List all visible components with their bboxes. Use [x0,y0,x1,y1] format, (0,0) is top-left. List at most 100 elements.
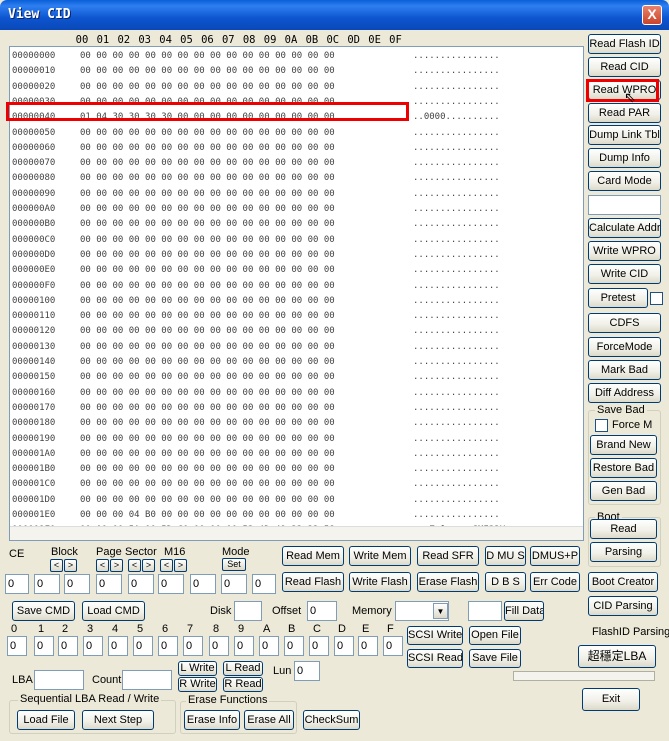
hex-row-ascii: ................ [413,204,500,214]
offset-field[interactable]: 0 [307,601,337,621]
gen-bad-button[interactable]: Gen Bad [590,481,657,501]
register-field-5[interactable]: 0 [133,636,153,656]
l-read-button[interactable]: L Read [223,661,263,676]
boot-creator-button[interactable]: Boot Creator [588,572,658,592]
mode-set-button[interactable]: Set [222,558,246,571]
checksum-button[interactable]: CheckSum [303,710,360,730]
scsi-read-button[interactable]: SCSI Read [407,649,463,668]
read-mem-button[interactable]: Read Mem [282,546,344,566]
m16-dec-button[interactable]: < [160,559,173,572]
exit-button[interactable]: Exit [582,688,640,711]
register-field-E[interactable]: 0 [358,636,378,656]
err-code-button[interactable]: Err Code [530,572,580,592]
card-mode-button[interactable]: Card Mode [588,171,661,191]
sector-inc-button[interactable]: > [142,559,155,572]
save-cmd-button[interactable]: Save CMD [12,601,75,621]
horizontal-scrollbar[interactable] [10,526,583,540]
close-button[interactable]: X [642,5,662,25]
register-field-6[interactable]: 0 [158,636,178,656]
register-field-8[interactable]: 0 [209,636,229,656]
hex-row-bytes: 00 00 00 00 00 00 00 00 00 00 00 00 00 0… [80,372,335,383]
write-wpro-button[interactable]: Write WPRO [588,241,661,261]
write-cid-button[interactable]: Write CID [588,264,661,284]
block-dec-button[interactable]: < [50,559,63,572]
boot-read-button[interactable]: Read [590,519,657,539]
page-dec-button[interactable]: < [96,559,109,572]
write-mem-button[interactable]: Write Mem [349,546,411,566]
register-field-D[interactable]: 0 [334,636,354,656]
read-cid-button[interactable]: Read CID [588,57,661,77]
chevron-down-icon[interactable]: ▼ [433,603,448,619]
force-mode-button[interactable]: ForceMode [588,337,661,357]
disk-field[interactable] [234,601,262,621]
dmus-button[interactable]: D MU S [485,546,526,566]
cid-parsing-button[interactable]: CID Parsing [588,596,658,616]
erase-all-button[interactable]: Erase All [244,710,294,730]
write-flash-button[interactable]: Write Flash [349,572,411,592]
dmusp-button[interactable]: DMUS+P [530,546,580,566]
calculate-addr-button[interactable]: Calculate Addr [588,218,661,238]
card-mode-field[interactable] [588,195,661,215]
register-field-4[interactable]: 0 [108,636,128,656]
page-inc-button[interactable]: > [110,559,123,572]
brand-new-button[interactable]: Brand New [590,435,657,455]
fill-value-field[interactable] [468,601,502,621]
erase-info-button[interactable]: Erase Info [184,710,240,730]
r-write-button[interactable]: R Write [178,677,217,692]
register-field-9[interactable]: 0 [234,636,254,656]
pretest-button[interactable]: Pretest [588,288,648,308]
read-sfr-button[interactable]: Read SFR [417,546,479,566]
register-field-C[interactable]: 0 [309,636,329,656]
restore-bad-button[interactable]: Restore Bad [590,458,657,478]
load-cmd-button[interactable]: Load CMD [82,601,145,621]
block-field-hi[interactable]: 0 [34,574,60,594]
register-label-2: 2 [62,623,69,635]
dump-info-button[interactable]: Dump Info [588,148,661,168]
register-field-1[interactable]: 0 [34,636,54,656]
pretest-checkbox[interactable] [650,292,663,305]
mode-field[interactable]: 0 [221,574,247,594]
register-field-F[interactable]: 0 [383,636,403,656]
boot-parsing-button[interactable]: Parsing [590,542,657,562]
l-write-button[interactable]: L Write [178,661,217,676]
open-file-button[interactable]: Open File [469,626,521,645]
count-field[interactable] [122,670,172,690]
dump-link-tbl-button[interactable]: Dump Link Tbl [588,125,661,145]
register-field-0[interactable]: 0 [7,636,27,656]
hex-row-bytes: 00 00 00 00 00 00 00 00 00 00 00 00 00 0… [80,219,335,230]
cdfs-button[interactable]: CDFS [588,313,661,333]
erase-flash-button[interactable]: Erase Flash [417,572,479,592]
register-field-3[interactable]: 0 [83,636,103,656]
ce-field[interactable]: 0 [5,574,29,594]
read-flash-button[interactable]: Read Flash [282,572,344,592]
m16-field-2[interactable]: 0 [190,574,216,594]
sector-dec-button[interactable]: < [128,559,141,572]
read-flash-id-button[interactable]: Read Flash ID [588,34,661,54]
read-par-button[interactable]: Read PAR [588,103,661,123]
fill-data-button[interactable]: Fill Data [504,601,544,621]
m16-inc-button[interactable]: > [174,559,187,572]
block-field-lo[interactable]: 0 [64,574,90,594]
register-field-A[interactable]: 0 [259,636,279,656]
page-field[interactable]: 0 [96,574,122,594]
register-label-4: 4 [112,623,119,635]
block-inc-button[interactable]: > [64,559,77,572]
mark-bad-button[interactable]: Mark Bad [588,360,661,380]
register-field-7[interactable]: 0 [183,636,203,656]
register-field-2[interactable]: 0 [58,636,78,656]
stable-lba-button[interactable]: 超穩定LBA [578,645,656,668]
sector-field[interactable]: 0 [128,574,154,594]
register-field-B[interactable]: 0 [284,636,304,656]
lun-field[interactable]: 0 [294,661,320,681]
mode-field-2[interactable]: 0 [252,574,276,594]
m16-field[interactable]: 0 [158,574,184,594]
load-file-button[interactable]: Load File [17,710,75,730]
save-file-button[interactable]: Save File [469,649,521,668]
force-m-checkbox[interactable] [595,419,608,432]
dbs-button[interactable]: D B S [485,572,526,592]
next-step-button[interactable]: Next Step [82,710,154,730]
lba-field[interactable] [34,670,84,690]
diff-address-button[interactable]: Diff Address [588,383,661,403]
r-read-button[interactable]: R Read [223,677,263,692]
scsi-write-button[interactable]: SCSI Write [407,626,463,645]
